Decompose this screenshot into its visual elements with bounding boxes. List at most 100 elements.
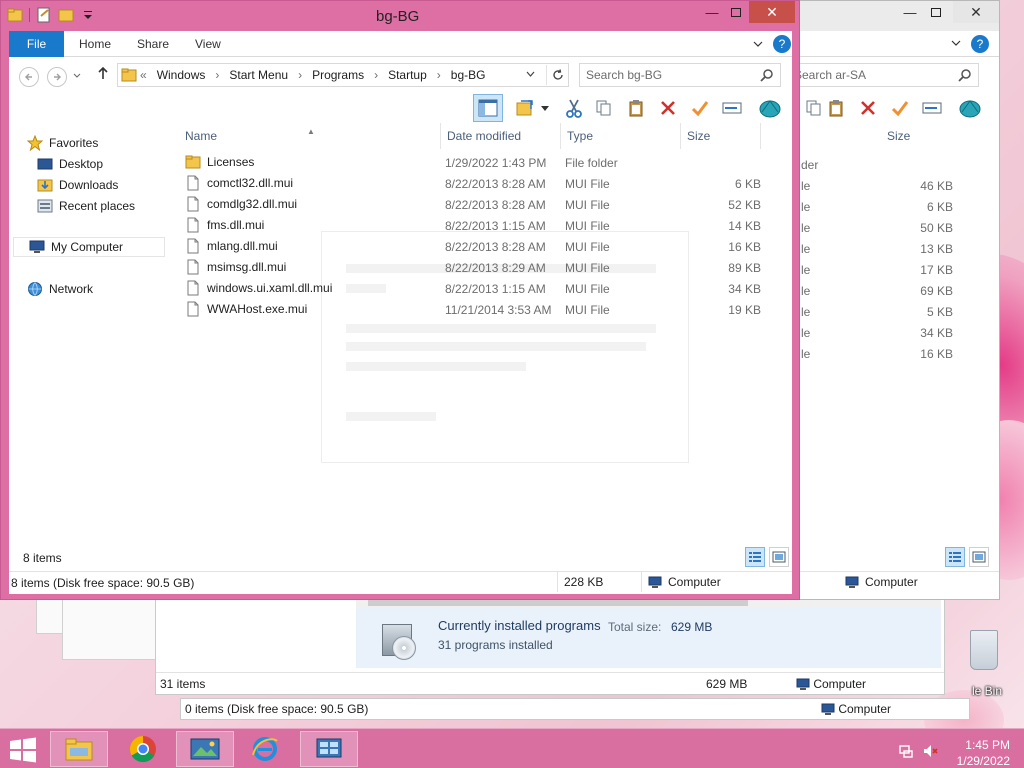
paste-button[interactable] <box>823 95 849 121</box>
select-button[interactable] <box>887 95 913 121</box>
window-titlebar[interactable]: — ✕ <box>799 1 999 31</box>
expand-ribbon-icon[interactable] <box>753 40 763 48</box>
copy-button[interactable] <box>591 95 617 121</box>
sort-ascending-icon: ▲ <box>307 127 315 136</box>
address-dropdown[interactable] <box>526 68 535 80</box>
back-button[interactable] <box>19 67 39 87</box>
breadcrumb-separator[interactable]: › <box>374 68 378 82</box>
search-box[interactable] <box>579 63 781 87</box>
item-count: 8 items <box>23 551 62 565</box>
rename-button[interactable] <box>719 95 745 121</box>
maximize-button[interactable] <box>921 1 951 23</box>
navigation-pane-button[interactable] <box>473 94 503 122</box>
rename-button[interactable] <box>919 95 945 121</box>
file-date: 8/22/2013 8:28 AM <box>445 198 546 212</box>
type-column-header[interactable]: Type <box>561 123 681 149</box>
network-status-icon[interactable] <box>898 743 914 759</box>
maximize-button[interactable] <box>721 1 751 23</box>
size-column-header[interactable]: Size <box>887 129 910 143</box>
delete-button[interactable] <box>855 95 881 121</box>
breadcrumb-item[interactable]: Startup <box>388 68 427 82</box>
taskbar-internet-explorer[interactable] <box>236 731 294 767</box>
breadcrumb-item[interactable]: Programs <box>312 68 364 82</box>
customize-dropdown-icon[interactable] <box>80 7 96 23</box>
cut-button[interactable] <box>561 95 587 121</box>
file-row[interactable]: msimsg.dll.mui 8/22/2013 8:29 AM MUI File 8… <box>179 258 784 279</box>
name-column-header[interactable]: Name ▲ <box>179 123 441 149</box>
sidebar-item-favorites[interactable]: Favorites <box>27 133 175 153</box>
new-folder-icon[interactable] <box>58 7 74 23</box>
taskbar-chrome[interactable] <box>114 731 172 767</box>
file-type: MUI File <box>565 240 610 254</box>
sidebar-item-recent-places[interactable]: Recent places <box>37 196 185 216</box>
search-box[interactable]: Search ar-SA <box>789 63 979 87</box>
breadcrumb-item[interactable]: bg-BG <box>451 68 486 82</box>
shell-button[interactable] <box>757 95 783 121</box>
view-switcher <box>945 547 989 567</box>
details-view-button[interactable] <box>945 547 965 567</box>
breadcrumb-separator[interactable]: › <box>215 68 219 82</box>
sidebar-item-desktop[interactable]: Desktop <box>37 154 185 174</box>
forward-button[interactable] <box>47 67 67 87</box>
size-cell: 50 KB <box>920 221 953 235</box>
search-input[interactable] <box>586 67 756 83</box>
breadcrumb-item[interactable]: Windows <box>157 68 206 82</box>
tab-home[interactable]: Home <box>65 31 125 57</box>
file-row[interactable]: mlang.dll.mui 8/22/2013 8:28 AM MUI File 16… <box>179 237 784 258</box>
explorer-window-bg-bg[interactable]: bg-BG — ✕ File Home Share View ? « Windo… <box>0 0 800 600</box>
address-bar[interactable]: « Windows › Start Menu › Programs › Star… <box>117 63 569 87</box>
open-folder-button[interactable] <box>513 95 539 121</box>
up-button[interactable] <box>95 66 111 86</box>
breadcrumb-separator[interactable]: › <box>437 68 441 82</box>
large-icons-view-button[interactable] <box>769 547 789 567</box>
breadcrumb-separator[interactable]: › <box>298 68 302 82</box>
shell-button[interactable] <box>957 95 983 121</box>
recent-locations-dropdown-icon[interactable] <box>73 73 81 79</box>
taskbar-file-explorer[interactable] <box>50 731 108 767</box>
large-icons-view-button[interactable] <box>969 547 989 567</box>
type-cell: le <box>801 263 811 277</box>
breadcrumb-item[interactable]: Start Menu <box>229 68 288 82</box>
search-icon[interactable] <box>760 68 774 82</box>
file-row[interactable]: comdlg32.dll.mui 8/22/2013 8:28 AM MUI Fil… <box>179 195 784 216</box>
taskbar-control-panel[interactable] <box>300 731 358 767</box>
breadcrumb-overflow[interactable]: « <box>140 68 147 82</box>
paste-button[interactable] <box>623 95 649 121</box>
size-column-header[interactable]: Size <box>681 123 761 149</box>
close-button[interactable]: ✕ <box>953 1 999 23</box>
background-explorer-window[interactable]: 0 items (Disk free space: 90.5 GB) Compu… <box>180 698 970 720</box>
refresh-button[interactable] <box>546 65 568 85</box>
file-date: 1/29/2022 1:43 PM <box>445 156 547 170</box>
tab-view[interactable]: View <box>181 31 235 57</box>
recycle-bin-shortcut[interactable]: le Bin <box>960 630 1024 700</box>
window-titlebar[interactable]: bg-BG — ✕ <box>1 1 799 31</box>
close-button[interactable]: ✕ <box>749 1 795 23</box>
sidebar-item-my-computer[interactable]: My Computer <box>13 237 165 257</box>
delete-button[interactable] <box>655 95 681 121</box>
select-button[interactable] <box>687 95 713 121</box>
clock[interactable]: 1:45 PM 1/29/2022 <box>957 737 1010 768</box>
tab-file[interactable]: File <box>9 31 64 57</box>
sidebar-item-downloads[interactable]: Downloads <box>37 175 185 195</box>
file-row[interactable]: windows.ui.xaml.dll.mui 8/22/2013 1:15 AM… <box>179 279 784 300</box>
taskbar-photo-viewer[interactable] <box>176 731 234 767</box>
details-view-button[interactable] <box>745 547 765 567</box>
file-row[interactable]: fms.dll.mui 8/22/2013 1:15 AM MUI File 14 K… <box>179 216 784 237</box>
file-row[interactable]: comctl32.dll.mui 8/22/2013 8:28 AM MUI Fil… <box>179 174 784 195</box>
date-column-header[interactable]: Date modified <box>441 123 561 149</box>
help-icon[interactable]: ? <box>971 35 989 53</box>
volume-muted-icon[interactable] <box>922 743 938 759</box>
properties-icon[interactable] <box>36 7 52 23</box>
start-button[interactable] <box>8 737 38 763</box>
sidebar-item-network[interactable]: Network <box>27 279 175 299</box>
chevron-down-icon <box>526 71 535 77</box>
help-icon[interactable]: ? <box>773 35 791 53</box>
programs-window[interactable]: Currently installed programs Total size:… <box>155 595 945 695</box>
file-row[interactable]: Licenses 1/29/2022 1:43 PM File folder <box>179 153 784 174</box>
status-location-label: Computer <box>813 677 867 691</box>
chevron-down-icon[interactable] <box>541 106 549 111</box>
tab-share[interactable]: Share <box>123 31 183 57</box>
explorer-window-ar-sa[interactable]: — ✕ ? Search ar-SA Size der le le le le … <box>789 0 1000 600</box>
recycle-bin-icon <box>970 630 998 670</box>
file-row[interactable]: WWAHost.exe.mui 11/21/2014 3:53 AM MUI Fil… <box>179 300 784 321</box>
